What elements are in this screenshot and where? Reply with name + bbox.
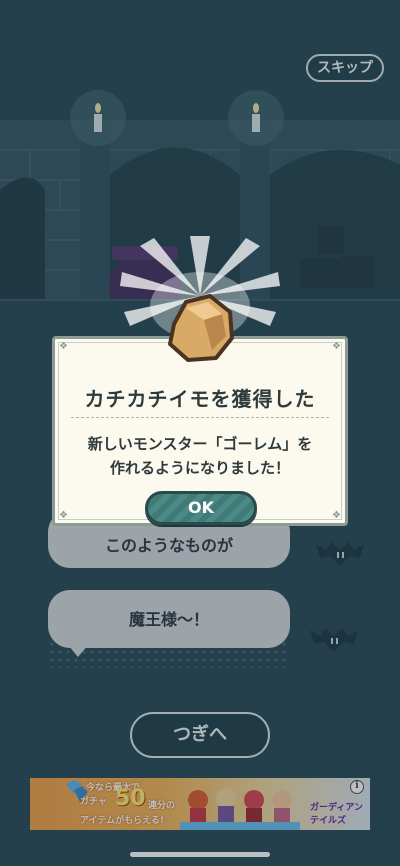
- corner-ornament: ❖: [59, 341, 68, 352]
- corner-ornament: ❖: [332, 510, 341, 521]
- dialog-message-line1: 新しいモンスター「ゴーレム」を: [87, 435, 313, 453]
- dialog-message-line2: 作れるようになりました！: [109, 459, 290, 477]
- reward-dialog: ❖ ❖ ❖ ❖ カチカチイモを獲得した 新しいモンスター「ゴーレム」を 作れるよ…: [52, 336, 348, 526]
- rock-item-icon: [168, 294, 234, 362]
- corner-ornament: ❖: [332, 341, 341, 352]
- dialog-divider: [71, 417, 329, 418]
- game-scene: スキップ このようなものが 魔王様〜！ つぎへ 今なら最大で ガチャ 50 連分…: [0, 0, 400, 866]
- dialog-title: カチカチイモを獲得した: [84, 387, 316, 411]
- corner-ornament: ❖: [59, 510, 68, 521]
- ok-button[interactable]: OK: [145, 491, 257, 525]
